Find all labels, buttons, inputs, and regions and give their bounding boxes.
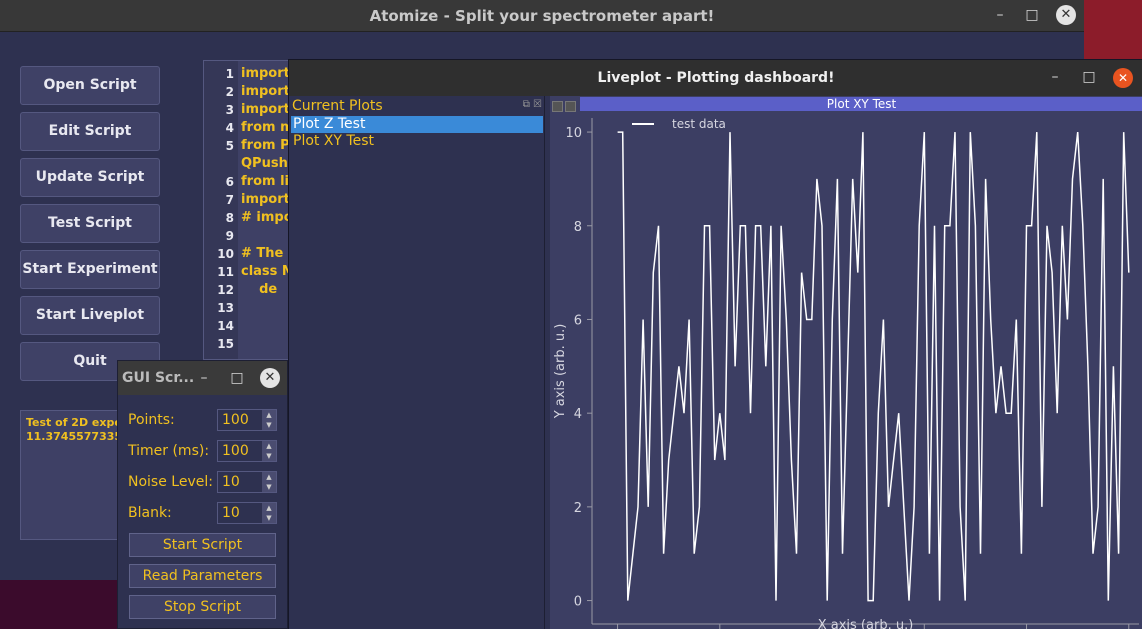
maximize-icon[interactable]: □ <box>227 369 247 389</box>
plot-list-item[interactable]: Plot XY Test <box>291 133 543 150</box>
desktop-background <box>1084 0 1142 60</box>
spin-arrows-icon[interactable]: ▲ ▼ <box>262 472 276 492</box>
stop-script-button[interactable]: Stop Script <box>129 595 276 619</box>
points-spinbox[interactable]: ▲▼ <box>217 409 277 431</box>
liveplot-titlebar: Liveplot - Plotting dashboard! – □ ✕ <box>289 60 1142 96</box>
y-tick-label: 10 <box>565 126 582 141</box>
points-input[interactable] <box>218 410 262 430</box>
y-tick-label: 4 <box>574 407 582 422</box>
close-icon[interactable]: ✕ <box>1056 5 1076 25</box>
code-line: 15 <box>217 337 234 351</box>
start-experiment-button[interactable]: Start Experiment <box>20 250 160 289</box>
y-tick-label: 2 <box>574 501 582 516</box>
y-tick-label: 0 <box>574 595 582 610</box>
code-line: 5 from P <box>225 138 290 153</box>
y-axis-label: Y axis (arb. u.) <box>553 324 568 420</box>
update-script-button[interactable]: Update Script <box>20 158 160 197</box>
code-line: 8 # impo <box>225 210 293 225</box>
noise-level-spinbox[interactable]: ▲▼ <box>217 471 277 493</box>
y-tick-label: 8 <box>574 220 582 235</box>
plot-panel: Plot XY Test 0204060801000246810X axis (… <box>550 96 1142 629</box>
start-liveplot-button[interactable]: Start Liveplot <box>20 296 160 335</box>
spin-arrows-icon[interactable]: ▲ ▼ <box>262 503 276 523</box>
close-icon[interactable]: ✕ <box>1113 68 1133 88</box>
series-line <box>617 131 1130 602</box>
code-line: 13 <box>217 301 234 315</box>
gui-script-window: GUI Scr... – □ ✕ Points: ▲▼ Timer (ms): … <box>117 360 288 629</box>
blank-input[interactable] <box>218 503 262 523</box>
dock-title: Current Plots <box>292 98 383 114</box>
maximize-icon[interactable]: □ <box>1022 6 1042 26</box>
minimize-icon[interactable]: – <box>1045 68 1065 88</box>
legend-label: test data <box>672 117 726 131</box>
gui-titlebar: GUI Scr... – □ ✕ <box>118 361 287 395</box>
current-plots-dock: Current Plots ⧉ ☒ Plot Z Test Plot XY Te… <box>289 96 545 629</box>
blank-label: Blank: <box>128 505 172 521</box>
close-icon[interactable]: ✕ <box>260 368 280 388</box>
code-line: 4 from m <box>225 120 293 135</box>
spin-arrows-icon[interactable]: ▲ ▼ <box>262 410 276 430</box>
timer-input[interactable] <box>218 441 262 461</box>
code-line: QPush <box>241 156 288 171</box>
liveplot-window-title: Liveplot - Plotting dashboard! <box>597 70 835 86</box>
code-line: 12 de <box>217 282 278 297</box>
plot-list-item[interactable]: Plot Z Test <box>291 116 543 133</box>
dock-float-close-icon[interactable]: ⧉ ☒ <box>523 99 542 110</box>
points-label: Points: <box>128 412 175 428</box>
main-window-title: Atomize - Split your spectrometer apart! <box>369 7 715 25</box>
blank-spinbox[interactable]: ▲▼ <box>217 502 277 524</box>
spin-arrows-icon[interactable]: ▲ ▼ <box>262 441 276 461</box>
code-line: 3 import <box>225 102 290 117</box>
timer-spinbox[interactable]: ▲▼ <box>217 440 277 462</box>
noise-level-label: Noise Level: <box>128 474 213 490</box>
open-script-button[interactable]: Open Script <box>20 66 160 105</box>
code-line: 2 import <box>225 84 290 99</box>
timer-label: Timer (ms): <box>128 443 210 459</box>
x-axis-label: X axis (arb. u.) <box>818 618 914 629</box>
maximize-icon[interactable]: □ <box>1079 68 1099 88</box>
code-line: 7 import <box>225 192 290 207</box>
code-line: 1 import <box>225 66 290 81</box>
code-line: 10 # The c <box>217 246 293 261</box>
code-line: 6 from lit <box>225 174 293 189</box>
edit-script-button[interactable]: Edit Script <box>20 112 160 151</box>
gui-window-title: GUI Scr... <box>122 370 195 386</box>
code-line: 11 class M <box>217 264 293 279</box>
test-script-button[interactable]: Test Script <box>20 204 160 243</box>
code-line: 9 <box>225 229 234 243</box>
plot-chart[interactable]: 0204060801000246810X axis (arb. u.)Y axi… <box>550 96 1142 629</box>
main-titlebar: Atomize - Split your spectrometer apart!… <box>0 0 1084 32</box>
code-line: 14 <box>217 319 234 333</box>
minimize-icon[interactable]: – <box>990 6 1010 26</box>
minimize-icon[interactable]: – <box>194 369 214 389</box>
liveplot-window: Liveplot - Plotting dashboard! – □ ✕ Cur… <box>288 59 1142 629</box>
y-tick-label: 6 <box>574 313 582 328</box>
noise-level-input[interactable] <box>218 472 262 492</box>
start-script-button[interactable]: Start Script <box>129 533 276 557</box>
script-editor[interactable]: 1 import 2 import 3 import 4 from m 5 from P … <box>203 60 293 360</box>
read-parameters-button[interactable]: Read Parameters <box>129 564 276 588</box>
desktop-background-bottom <box>0 580 120 629</box>
